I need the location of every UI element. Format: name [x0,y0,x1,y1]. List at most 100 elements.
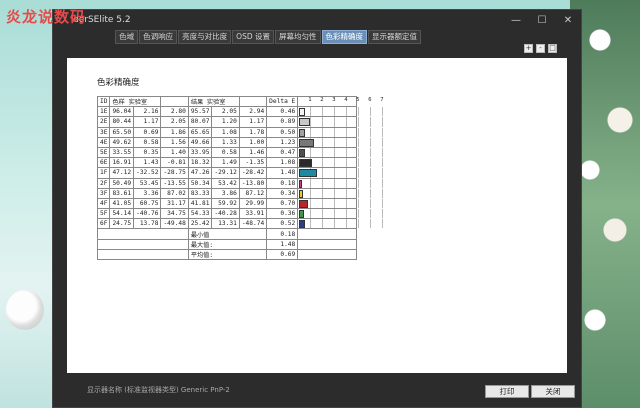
col-color: 色样 实验室 [109,95,162,108]
delta-bar-cell [297,187,384,199]
tab-osd-settings[interactable]: OSD 设置 [232,30,274,44]
cell-lab-b-a: 1.33 [211,136,240,148]
cell-lab-b-b: 87.12 [238,187,268,199]
zoom-fit-icon[interactable]: □ [548,44,557,53]
tab-uniformity[interactable]: 屏幕均匀性 [275,30,321,44]
tab-monitor-rating[interactable]: 显示器额定值 [368,30,421,44]
cell-delta-e: 0.89 [266,116,299,128]
cell-delta-e: 1.23 [266,136,299,148]
table-row: 2F 50.49 53.45 -13.55 50.34 53.42 -13.80 0.18 [96,177,384,189]
cell-delta-e: 0.46 [266,106,299,118]
cell-delta-e: 0.47 [266,146,299,159]
cell-lab-b-l: 18.32 [187,157,213,169]
cell-lab-b-a: 53.42 [211,177,240,189]
scale-gridline [334,117,336,127]
scale-gridline [358,209,360,219]
cell-id: 3E [96,126,111,138]
scale-tick-label: 1 [308,97,312,103]
delta-bar-cell [297,116,384,128]
scale-gridline [370,188,372,198]
cell-lab-a-a: 53.45 [133,177,162,189]
summary-value: 0.18 [266,228,299,240]
cell-lab-a-a: 0.35 [133,146,162,159]
scale-gridline [382,127,384,137]
scale-gridline [334,127,336,137]
col-result: 结果 实验室 [187,95,240,108]
delta-e-bar [299,220,306,229]
maximize-button[interactable]: ☐ [529,10,555,30]
scale-gridline [346,158,348,168]
cell-delta-e: 0.50 [266,126,299,138]
cell-lab-a-l: 80.44 [109,116,135,128]
scale-gridline [346,107,348,117]
col-lab2-blank [238,95,268,108]
scale-gridline [370,158,372,168]
cell-lab-b-l: 33.95 [187,146,213,159]
delta-bar-cell [297,177,384,189]
scale-gridline [346,168,348,178]
close-button[interactable]: 关闭 [531,385,575,398]
cell-id: 5E [96,146,111,159]
summary-blank [97,228,189,240]
delta-e-bar [299,128,306,137]
cell-lab-b-a: 59.92 [211,197,240,210]
tab-gamut[interactable]: 色域 [115,30,139,44]
scale-gridline [346,178,348,188]
cell-lab-a-b: 1.40 [160,146,189,159]
scale-gridline [322,168,324,178]
cell-lab-b-b: 1.46 [238,146,268,159]
cell-lab-a-a: 0.69 [133,126,162,138]
summary-value: 1.48 [266,238,299,250]
scale-gridline [382,219,384,229]
zoom-in-icon[interactable]: + [524,44,533,53]
tab-brightness-contrast[interactable]: 亮度与对比度 [178,30,232,44]
scale-gridline [334,188,336,198]
table-row: 5F 54.14 -40.76 34.75 54.33 -40.28 33.91 0.36 [96,208,384,220]
scale-gridline [382,158,384,168]
close-window-button[interactable]: ✕ [555,10,581,30]
scale-gridline [322,127,324,137]
cell-lab-a-b: 87.02 [160,187,189,199]
cell-id: 6F [96,218,111,230]
table-row: 3F 83.61 3.36 87.02 83.33 3.86 87.12 0.34 [96,187,384,199]
table-row: 1F 47.12 -32.52 -28.75 47.26 -29.12 -28.42 1.48 [96,167,384,179]
summary-blank [97,248,189,261]
cell-lab-a-b: 31.17 [160,197,189,210]
delta-bar-cell [297,126,384,138]
scale-gridline [322,137,324,147]
panel-title: 色彩精确度 [97,78,140,88]
col-color-label: 色样 [112,99,125,107]
scale-gridline [346,137,348,147]
app-window: derSElite 5.2 — ☐ ✕ 色域 色调响应 亮度与对比度 OSD 设… [52,9,582,408]
cell-delta-e: 0.52 [266,218,299,230]
col-result-label: 结果 [190,99,204,107]
tab-tone-response[interactable]: 色调响应 [139,30,178,44]
cell-lab-a-a: 60.75 [133,197,162,210]
scale-gridline [370,107,372,117]
scale-gridline [310,209,312,219]
print-button[interactable]: 打印 [485,385,529,398]
summary-label: 平均值: [187,248,268,261]
minimize-button[interactable]: — [503,10,529,30]
delta-e-bar [299,210,304,219]
scale-gridline [334,198,336,209]
delta-bar-cell [297,208,384,220]
scale-gridline [346,219,348,229]
cell-lab-b-a: -29.12 [211,167,240,179]
delta-bar-cell [297,146,384,159]
cell-lab-a-b: 34.75 [160,208,189,220]
cell-lab-a-b: 2.80 [160,106,189,118]
delta-e-bar [299,148,305,157]
zoom-out-icon[interactable]: - [536,44,545,53]
delta-bar-cell [297,218,384,230]
cell-lab-b-b: -48.74 [238,218,268,230]
table-row: 6F 24.75 13.78 -49.48 25.42 13.31 -48.74 0.52 [96,218,384,230]
scale-tick-label: 4 [344,97,348,103]
scale-gridline [334,178,336,188]
scale-gridline [358,127,360,137]
tab-color-accuracy[interactable]: 色彩精确度 [321,30,367,44]
cell-lab-b-b: 1.17 [238,116,268,128]
table-row: 3E 65.50 0.69 1.86 65.65 1.08 1.78 0.50 [96,126,384,138]
cell-delta-e: 0.34 [266,187,299,199]
scale-gridline [382,147,384,158]
